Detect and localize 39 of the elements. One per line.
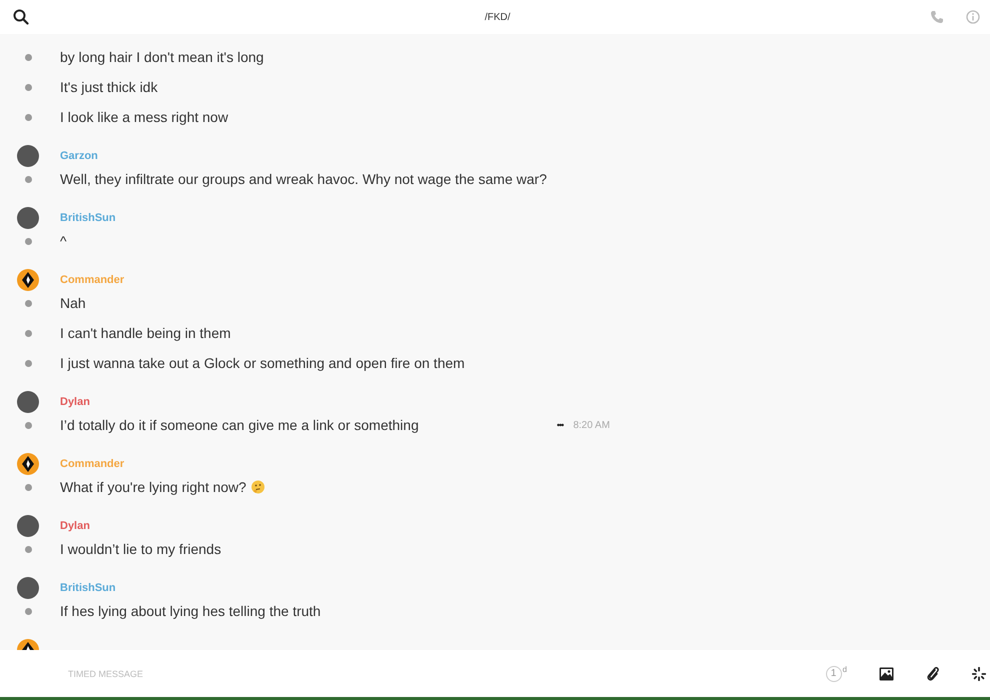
message-text: I just wanna take out a Glock or something and open fire on them — [60, 355, 465, 371]
bullet-dot — [24, 238, 32, 244]
chat-title: /FKD/ — [484, 12, 512, 22]
message-text: It's just thick idk — [60, 79, 158, 95]
bullet-dot — [24, 422, 32, 428]
timestamp: 8:20 AM — [573, 420, 610, 430]
author-name[interactable]: Dylan — [60, 520, 90, 532]
author-name[interactable]: BritishSun — [60, 212, 116, 224]
author-name[interactable]: Commander — [60, 458, 124, 470]
message-text: I look like a mess right now — [60, 109, 228, 125]
author-name[interactable]: Dylan — [60, 396, 90, 408]
search-icon[interactable] — [13, 9, 29, 25]
more-options-button[interactable]: ••• — [556, 420, 564, 430]
bullet-dot — [24, 176, 32, 182]
paperclip-icon[interactable] — [926, 666, 940, 682]
bullet-dot — [24, 300, 32, 306]
message-text: What if you're lying right now? — [60, 479, 246, 495]
message-text: by long hair I don't mean it's long — [60, 49, 264, 65]
bullet-dot — [24, 608, 32, 614]
bullet-dot — [24, 330, 32, 336]
message-text: I wouldn’t lie to my friends — [60, 541, 222, 557]
message-text: ^ — [60, 233, 67, 249]
author-name[interactable]: Garzon — [60, 150, 98, 162]
bullet-dot — [24, 360, 32, 366]
message-text: I can't handle being in them — [60, 325, 231, 341]
bullet-dot — [24, 484, 32, 490]
bullet-dot — [24, 54, 32, 60]
message-input[interactable]: TIMED MESSAGE — [62, 664, 474, 682]
message-text: If hes lying about lying hes telling the truth — [60, 603, 321, 619]
message-text: Well, they infiltrate our groups and wreak havoc. Why not wage the same war? — [60, 171, 547, 187]
bullet-dot — [24, 84, 32, 90]
message-text: I’d totally do it if someone can give me a link or something — [60, 417, 419, 433]
author-name[interactable]: Commander — [60, 274, 124, 286]
image-icon[interactable] — [879, 666, 894, 680]
bullet-dot — [24, 114, 32, 120]
message-text: Nah — [60, 295, 86, 311]
bullet-dot — [24, 546, 32, 552]
sparkle-icon[interactable] — [972, 666, 986, 680]
author-name[interactable]: BritishSun — [60, 582, 116, 594]
